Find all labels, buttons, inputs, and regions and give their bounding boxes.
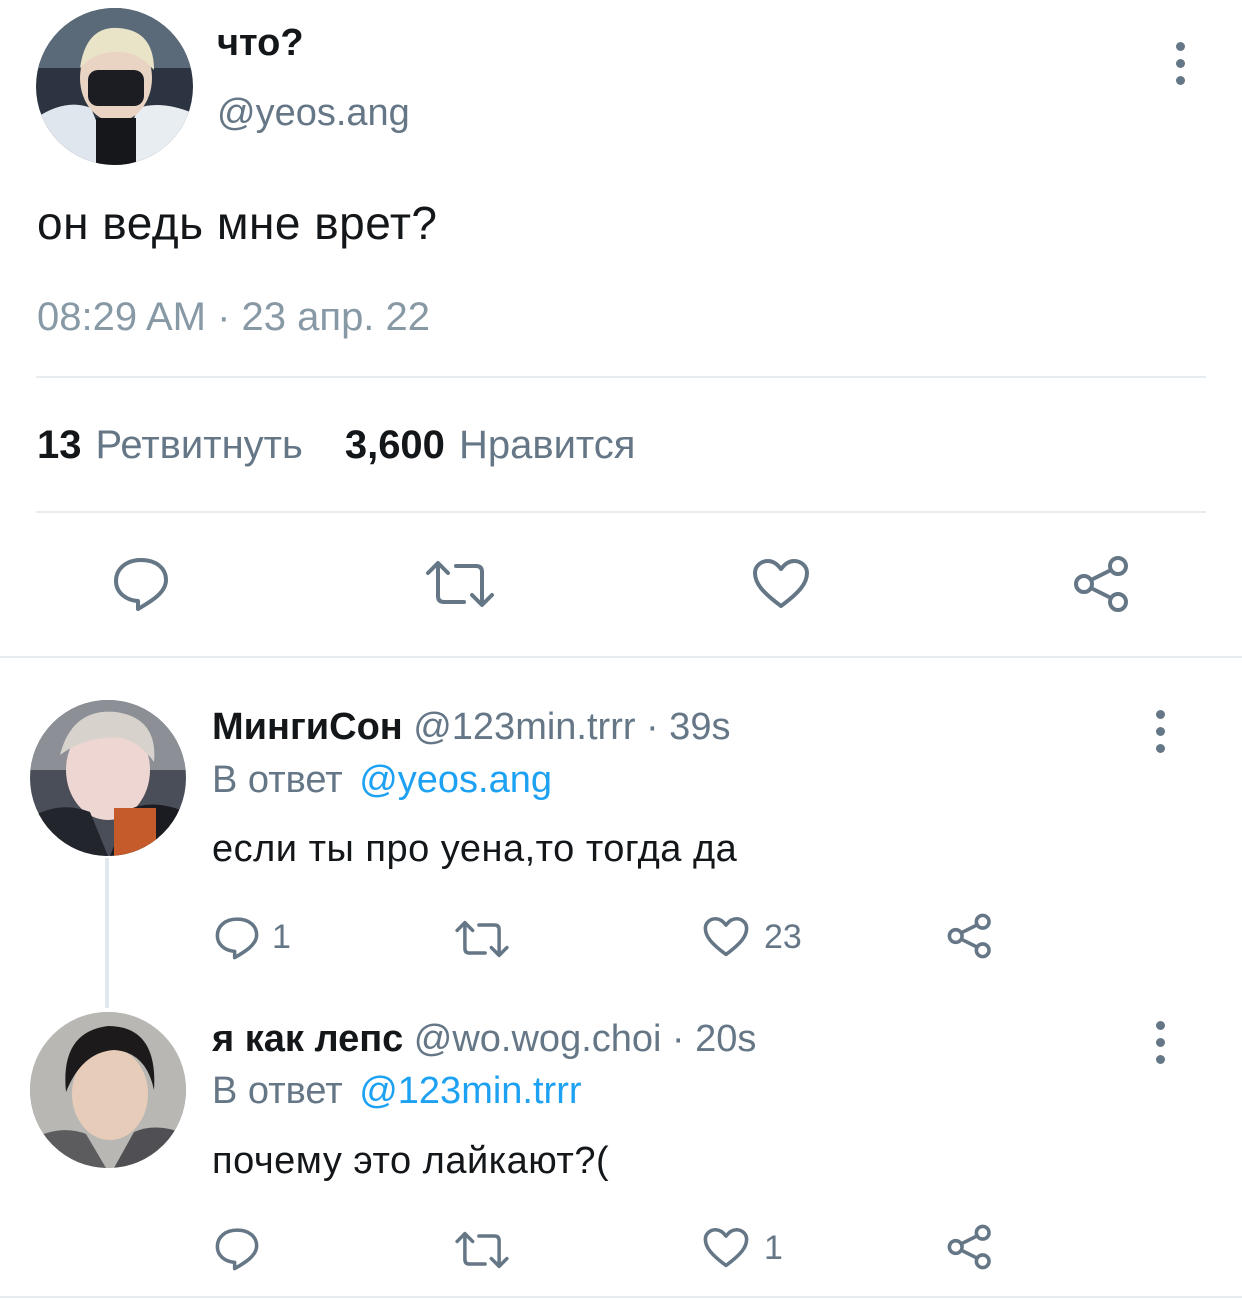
reply-author-name[interactable]: я как лепс bbox=[212, 1018, 403, 1060]
reply-author-handle[interactable]: @wo.wog.choi bbox=[414, 1018, 662, 1060]
comment-icon[interactable] bbox=[112, 556, 170, 612]
retweet-icon[interactable] bbox=[454, 920, 510, 958]
tweet-text: он ведь мне врет? bbox=[37, 197, 438, 249]
share-icon[interactable] bbox=[1072, 555, 1132, 613]
author-avatar[interactable] bbox=[36, 8, 193, 165]
more-icon[interactable] bbox=[1150, 710, 1170, 753]
divider bbox=[36, 376, 1206, 378]
reply-prefix: В ответ bbox=[212, 1070, 343, 1112]
section-divider bbox=[0, 1296, 1242, 1298]
reply-time: · 39s bbox=[645, 706, 731, 748]
share-icon[interactable] bbox=[946, 1224, 994, 1270]
section-divider bbox=[0, 656, 1242, 658]
reply-avatar[interactable] bbox=[30, 1012, 186, 1168]
reply-prefix: В ответ bbox=[212, 759, 343, 801]
reply-text: если ты про уена,то тогда да bbox=[212, 828, 738, 870]
like-count: 23 bbox=[764, 918, 802, 956]
tweet-stats: 13 Ретвитнуть 3,600 Нравится bbox=[37, 423, 635, 468]
reply-count: 1 bbox=[272, 918, 291, 956]
likes-label[interactable]: Нравится bbox=[459, 423, 636, 468]
author-handle[interactable]: @yeos.ang bbox=[217, 92, 410, 135]
comment-icon[interactable] bbox=[214, 1227, 260, 1271]
divider bbox=[36, 511, 1206, 513]
heart-icon[interactable] bbox=[752, 558, 810, 610]
reply-text: почему это лайкают?( bbox=[212, 1140, 610, 1182]
likes-count[interactable]: 3,600 bbox=[345, 423, 445, 468]
reply-avatar[interactable] bbox=[30, 700, 186, 856]
retweets-label[interactable]: Ретвитнуть bbox=[96, 423, 303, 468]
reply-time: · 20s bbox=[671, 1018, 757, 1060]
reply-author-handle[interactable]: @123min.trrr bbox=[413, 706, 635, 748]
author-name[interactable]: что? bbox=[217, 22, 304, 65]
reply-header: МингиСон @123min.trrr · 39s bbox=[212, 706, 730, 749]
more-icon[interactable] bbox=[1170, 42, 1190, 85]
thread-line bbox=[105, 858, 109, 1008]
retweet-icon[interactable] bbox=[424, 560, 496, 608]
comment-icon[interactable] bbox=[214, 916, 260, 960]
reply-mention-link[interactable]: @yeos.ang bbox=[359, 759, 552, 801]
tweet-timestamp: 08:29 AM · 23 апр. 22 bbox=[37, 295, 431, 339]
more-icon[interactable] bbox=[1150, 1021, 1170, 1064]
like-count: 1 bbox=[764, 1229, 783, 1267]
reply-mention-link[interactable]: @123min.trrr bbox=[359, 1070, 581, 1112]
retweets-count[interactable]: 13 bbox=[37, 423, 82, 468]
reply-context: В ответ @yeos.ang bbox=[212, 759, 552, 802]
heart-icon[interactable] bbox=[703, 916, 749, 958]
heart-icon[interactable] bbox=[703, 1227, 749, 1269]
share-icon[interactable] bbox=[946, 913, 994, 959]
reply-header: я как лепс @wo.wog.choi · 20s bbox=[212, 1018, 756, 1061]
retweet-icon[interactable] bbox=[454, 1231, 510, 1269]
reply-author-name[interactable]: МингиСон bbox=[212, 706, 403, 748]
reply-context: В ответ @123min.trrr bbox=[212, 1070, 582, 1113]
